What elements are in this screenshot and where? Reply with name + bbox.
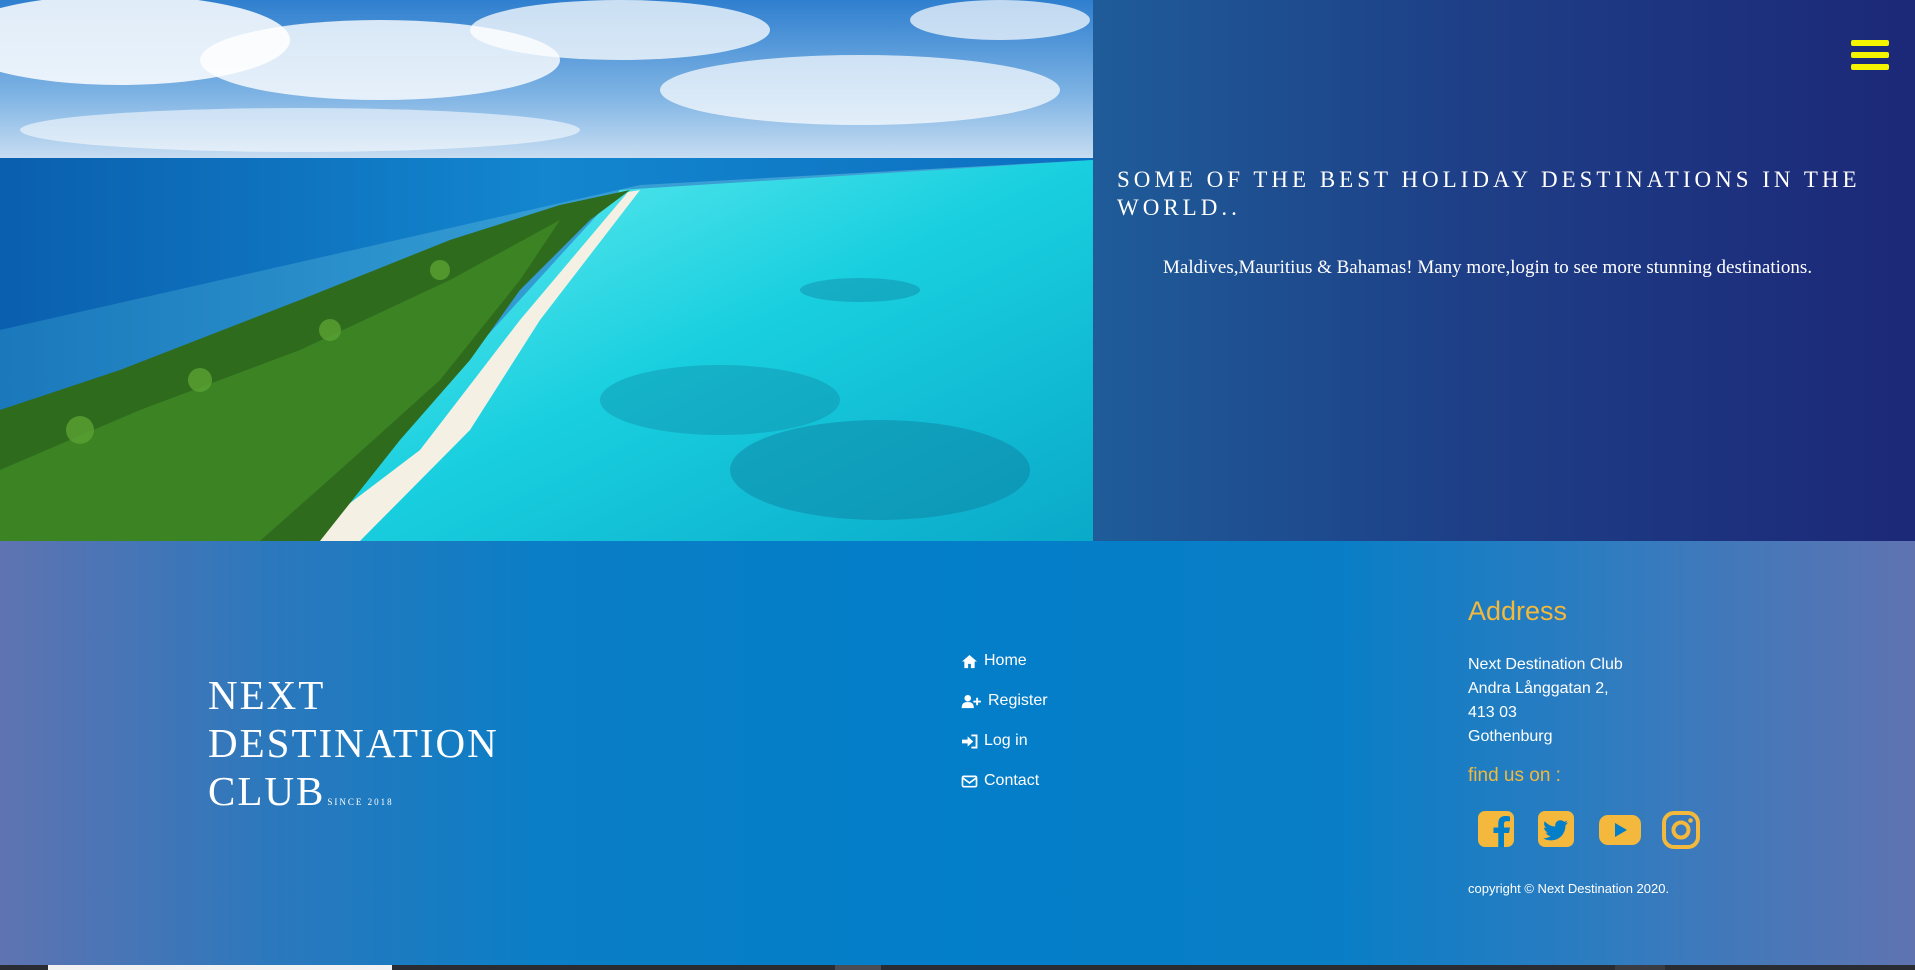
brand-since: SINCE 2018 [327,797,394,807]
address-line: Gothenburg [1468,728,1553,745]
hero-section: SOME OF THE BEST HOLIDAY DESTINATIONS IN… [0,0,1915,541]
scrollbar-segment [835,965,881,970]
user-plus-icon [961,694,981,708]
nav-item-label: Home [984,652,1027,669]
sign-in-icon [962,733,978,749]
hamburger-menu-icon[interactable] [1851,40,1889,76]
address-line: Andra Långgatan 2, [1468,680,1609,697]
copyright-text: copyright © Next Destination 2020. [1468,881,1670,896]
hero-description: Maldives,Mauritius & Bahamas! Many more,… [1163,257,1813,278]
footer-nav: Home Register Log in Contact [961,641,1048,801]
brand-logo: NEXT DESTINATION CLUB SINCE 2018 [208,671,499,826]
address-heading: Address [1468,596,1568,626]
nav-item-login[interactable]: Log in [961,721,1048,761]
address-block: Address Next Destination Club Andra Lång… [1468,591,1702,896]
hero-island-image [0,0,1093,541]
nav-item-home[interactable]: Home [961,641,1048,681]
brand-name-line2: DESTINATION [208,720,499,766]
nav-item-label: Contact [984,772,1040,789]
nav-item-label: Register [988,692,1048,709]
address-line: Next Destination Club [1468,656,1623,673]
scrollbar-thumb[interactable] [48,965,392,970]
social-links [1476,809,1702,851]
instagram-icon[interactable] [1660,809,1702,851]
site-footer: NEXT DESTINATION CLUB SINCE 2018 Home Reg… [0,541,1915,965]
twitter-icon[interactable] [1536,809,1578,851]
hero-panel: SOME OF THE BEST HOLIDAY DESTINATIONS IN… [1093,0,1915,541]
scrollbar-segment [1615,965,1665,970]
envelope-icon [961,775,978,787]
horizontal-scrollbar[interactable] [0,965,1915,970]
find-us-heading: find us on : [1468,765,1561,786]
nav-item-label: Log in [984,732,1028,749]
hero-title: SOME OF THE BEST HOLIDAY DESTINATIONS IN… [1117,167,1861,220]
brand-name-line1: NEXT [208,672,326,718]
home-icon [962,654,977,668]
address-line: 413 03 [1468,704,1517,721]
youtube-icon[interactable] [1596,809,1642,851]
brand-name-line3: CLUB [208,768,326,814]
nav-item-register[interactable]: Register [961,681,1048,721]
facebook-icon[interactable] [1476,809,1518,851]
nav-item-contact[interactable]: Contact [961,761,1048,801]
